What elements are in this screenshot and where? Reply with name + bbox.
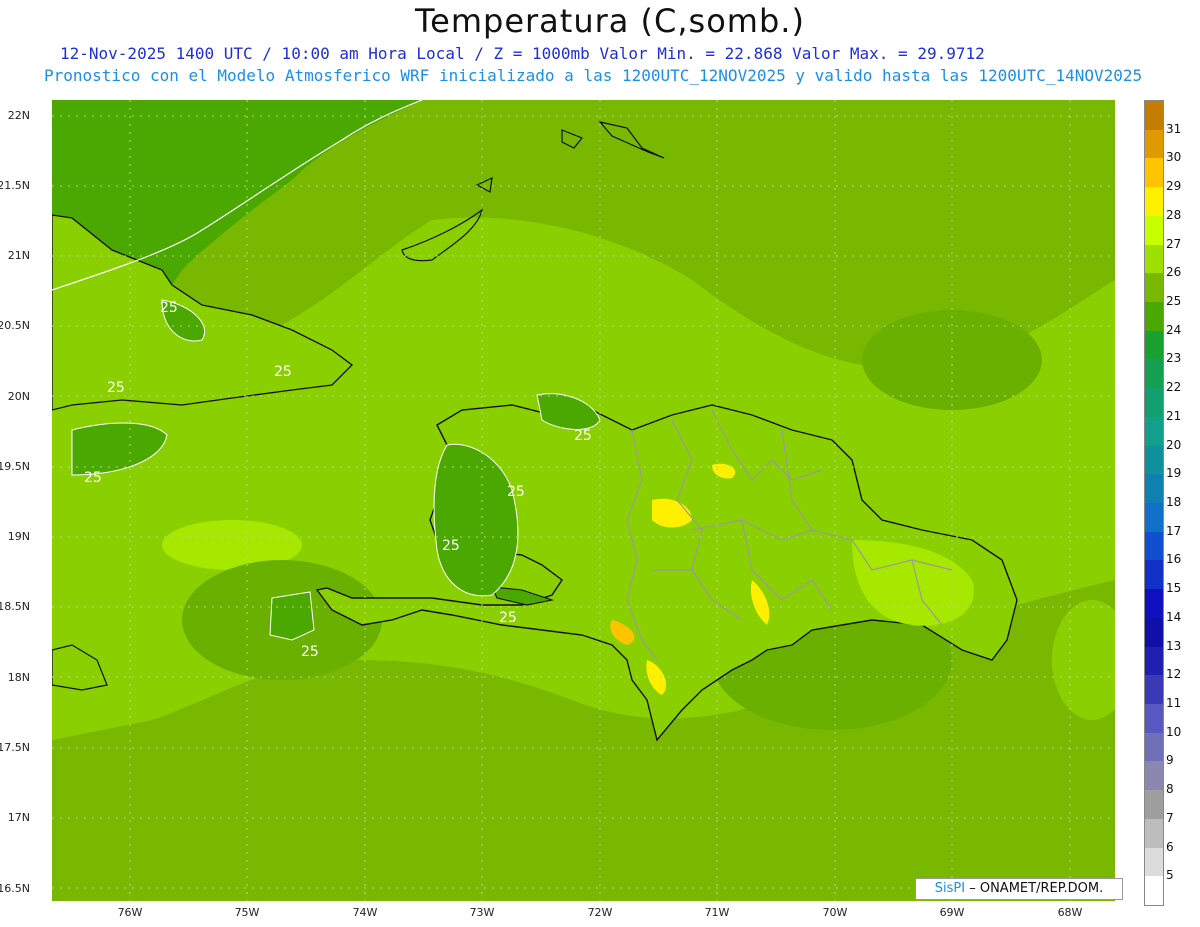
subtitle-valid-time: 12-Nov-2025 1400 UTC / 10:00 am Hora Loc…	[60, 44, 985, 63]
lon-label: 68W	[1057, 906, 1083, 919]
colorbar-label: 10	[1166, 724, 1182, 739]
lat-label: 16.5N	[0, 882, 30, 895]
colorbar-segment	[1145, 732, 1163, 762]
contour-label: 25	[160, 300, 178, 316]
colorbar-label: 16	[1166, 552, 1182, 567]
colorbar-label: 17	[1166, 523, 1182, 538]
lon-label: 73W	[469, 906, 495, 919]
lon-label: 71W	[704, 906, 730, 919]
lon-label: 75W	[234, 906, 260, 919]
colorbar-segment	[1145, 158, 1163, 188]
colorbar-label: 25	[1166, 294, 1182, 308]
credit-box: SisPI – ONAMET/REP.DOM.	[915, 878, 1123, 900]
contour-label: 25	[507, 484, 525, 500]
colorbar-segment	[1145, 215, 1163, 246]
lon-label: 70W	[822, 906, 848, 919]
colorbar-label: 12	[1166, 667, 1182, 682]
credit-dash: –	[969, 881, 980, 896]
colorbar-label: 30	[1166, 150, 1182, 165]
colorbar-segment	[1145, 359, 1163, 389]
colorbar-segment	[1145, 761, 1163, 791]
colorbar-label: 7	[1166, 810, 1174, 825]
colorbar-label: 18	[1166, 495, 1182, 509]
colorbar-segment	[1145, 503, 1163, 533]
colorbar-segment	[1145, 876, 1163, 906]
lat-label: 19.5N	[0, 460, 30, 473]
contour-label: 25	[499, 610, 517, 626]
colorbar-label: 15	[1166, 581, 1182, 596]
colorbar-label: 13	[1166, 638, 1182, 653]
lat-label: 18.5N	[0, 600, 30, 613]
lon-label: 74W	[352, 906, 378, 919]
lat-label: 22N	[7, 109, 30, 122]
colorbar-segment	[1145, 704, 1163, 734]
colorbar-segment	[1145, 560, 1163, 590]
colorbar-label: 5	[1166, 868, 1174, 883]
colorbar-label: 9	[1166, 753, 1174, 768]
subtitle-model-info: Pronostico con el Modelo Atmosferico WRF…	[44, 66, 1143, 85]
colorbar-label: 19	[1166, 466, 1182, 481]
colorbar-segment	[1145, 273, 1163, 303]
colorbar-label: 27	[1166, 236, 1182, 251]
lat-label: 20N	[7, 390, 30, 403]
colorbar-segment	[1145, 474, 1163, 504]
colorbar-label: 20	[1166, 437, 1182, 452]
colorbar-segment	[1145, 416, 1163, 447]
contour-label: 25	[274, 364, 292, 380]
colorbar-segment	[1145, 101, 1163, 131]
lon-label: 69W	[939, 906, 965, 919]
colorbar-segment	[1145, 330, 1163, 360]
colorbar-label: 31	[1166, 121, 1182, 136]
colorbar-label: 28	[1166, 207, 1182, 222]
credit-brand: SisPI	[934, 881, 966, 896]
lon-label: 72W	[587, 906, 613, 919]
colorbar-label: 22	[1166, 380, 1182, 395]
colorbar-segment	[1145, 589, 1163, 619]
colorbar-label: 11	[1166, 696, 1182, 710]
colorbar-segment	[1145, 646, 1163, 676]
colorbar-segment	[1145, 187, 1163, 217]
colorbar-segment	[1145, 244, 1163, 274]
colorbar-label: 21	[1166, 408, 1182, 423]
colorbar-segment	[1145, 531, 1163, 561]
colorbar-segment	[1145, 617, 1163, 648]
lon-label: 76W	[117, 906, 143, 919]
colorbar-label: 29	[1166, 179, 1182, 194]
contour-label: 25	[574, 428, 592, 444]
contour-label: 25	[107, 380, 125, 396]
colorbar-segment	[1145, 818, 1163, 849]
lat-label: 21.5N	[0, 179, 30, 192]
colorbar-segment	[1145, 388, 1163, 418]
contour-label: 25	[84, 470, 102, 486]
map-title: Temperatura (C,somb.)	[415, 2, 805, 40]
lat-label: 21N	[7, 249, 30, 262]
lat-label: 19N	[7, 530, 30, 543]
colorbar-segment	[1145, 847, 1163, 877]
map-canvas: 25 25 25 25 25 25 25 25 25	[52, 100, 1115, 901]
colorbar-label: 14	[1166, 609, 1182, 624]
lat-label: 17.5N	[0, 741, 30, 754]
lat-label: 17N	[7, 811, 30, 824]
contour-label: 25	[301, 644, 319, 660]
lat-label: 20.5N	[0, 319, 30, 332]
colorbar-segment	[1145, 790, 1163, 820]
colorbar-label: 26	[1166, 265, 1182, 280]
colorbar-label: 8	[1166, 782, 1174, 797]
colorbar-segment	[1145, 129, 1163, 159]
contour-label: 25	[442, 538, 460, 554]
colorbar-segment	[1145, 675, 1163, 705]
cool-contour-sw	[269, 591, 315, 641]
colorbar-segment	[1145, 302, 1163, 332]
colorbar-segment	[1145, 445, 1163, 475]
lat-label: 18N	[7, 671, 30, 684]
colorbar-label: 23	[1166, 351, 1182, 366]
colorbar	[1144, 100, 1164, 906]
temperature-map: 25 25 25 25 25 25 25 25 25	[52, 100, 1115, 901]
credit-text: ONAMET/REP.DOM.	[979, 881, 1104, 896]
colorbar-label: 24	[1166, 322, 1182, 337]
colorbar-label: 6	[1166, 839, 1174, 854]
